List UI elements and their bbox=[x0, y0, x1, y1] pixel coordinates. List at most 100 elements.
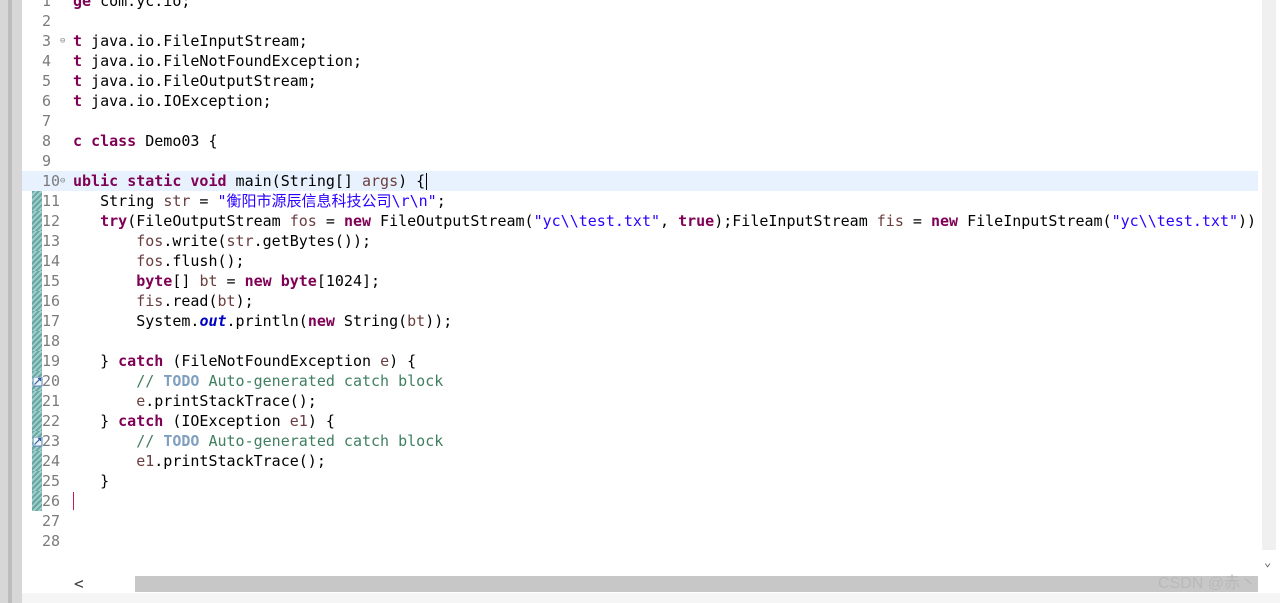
code-editor[interactable]: 1 ge com.yc.io; 2 3 ⊖ t java.io.FileInputStre… bbox=[22, 0, 1258, 575]
code-text[interactable]: } catch (IOException e1) { bbox=[73, 411, 335, 431]
code-token: catch bbox=[118, 352, 164, 370]
code-line[interactable]: 11 String str = "衡阳市源辰信息科技公司\r\n"; bbox=[22, 191, 1258, 211]
code-text[interactable]: e1.printStackTrace(); bbox=[73, 451, 326, 471]
code-text[interactable]: // TODO Auto-generated catch block bbox=[73, 431, 443, 451]
code-text[interactable]: e.printStackTrace(); bbox=[73, 391, 317, 411]
code-line[interactable]: 6 t java.io.IOException; bbox=[22, 91, 1258, 111]
line-number: 17 bbox=[42, 312, 61, 330]
code-token: t bbox=[73, 32, 83, 50]
line-number: 26 bbox=[42, 492, 61, 510]
code-line[interactable]: 28 bbox=[22, 531, 1258, 551]
code-line[interactable]: 4 t java.io.FileNotFoundException; bbox=[22, 51, 1258, 71]
code-lines[interactable]: 1 ge com.yc.io; 2 3 ⊖ t java.io.FileInputStre… bbox=[22, 0, 1258, 551]
code-token: .getBytes()); bbox=[253, 232, 372, 250]
code-token: class bbox=[91, 132, 137, 150]
code-token: (IOException bbox=[163, 412, 290, 430]
code-text[interactable]: } catch (FileNotFoundException e) { bbox=[73, 351, 416, 371]
code-line[interactable]: 3 ⊖ t java.io.FileInputStream; bbox=[22, 31, 1258, 51]
code-line[interactable]: 26 bbox=[22, 491, 1258, 511]
code-token: str bbox=[163, 192, 191, 210]
code-text[interactable]: t java.io.FileOutputStream; bbox=[73, 71, 317, 91]
code-token: FileInputStream( bbox=[958, 212, 1112, 230]
code-line[interactable]: 10 ⊖ ublic static void main(String[] args)… bbox=[22, 171, 1258, 191]
code-token: (FileNotFoundException bbox=[163, 352, 381, 370]
code-token: new bbox=[244, 272, 272, 290]
code-line[interactable]: 22 } catch (IOException e1) { bbox=[22, 411, 1258, 431]
fold-collapse-icon[interactable]: ⊖ bbox=[60, 36, 65, 46]
code-line[interactable]: 12 try(FileOutputStream fos = new FileOu… bbox=[22, 211, 1258, 231]
code-line[interactable]: 27 bbox=[22, 511, 1258, 531]
code-line[interactable]: 17 System.out.println(new String(bt)); bbox=[22, 311, 1258, 331]
code-text[interactable]: System.out.println(new String(bt)); bbox=[73, 311, 452, 331]
code-token: Demo03 { bbox=[136, 132, 218, 150]
code-token: .flush(); bbox=[163, 252, 245, 270]
code-text[interactable]: } bbox=[73, 471, 109, 491]
horizontal-scrollbar[interactable]: < bbox=[44, 575, 1258, 593]
code-text[interactable]: ublic static void main(String[] args) { bbox=[73, 171, 428, 191]
code-text[interactable]: // TODO Auto-generated catch block bbox=[73, 371, 443, 391]
code-token: fis bbox=[136, 292, 164, 310]
code-text[interactable]: t java.io.IOException; bbox=[73, 91, 272, 111]
code-text[interactable]: String str = "衡阳市源辰信息科技公司\r\n"; bbox=[73, 191, 446, 211]
code-text[interactable]: fis.read(bt); bbox=[73, 291, 253, 311]
code-text[interactable]: t java.io.FileNotFoundException; bbox=[73, 51, 362, 71]
code-token: new bbox=[930, 212, 959, 230]
code-text[interactable]: fos.flush(); bbox=[73, 251, 245, 271]
code-text[interactable]: c class Demo03 { bbox=[73, 131, 218, 151]
code-line[interactable]: 18 bbox=[22, 331, 1258, 351]
code-line[interactable]: 15 byte[] bt = new byte[1024]; bbox=[22, 271, 1258, 291]
code-token: } bbox=[73, 472, 110, 490]
code-line[interactable]: 21 e.printStackTrace(); bbox=[22, 391, 1258, 411]
line-number: 10 bbox=[42, 172, 61, 190]
code-token: e1 bbox=[136, 452, 155, 470]
scroll-down-icon[interactable]: ⌄ bbox=[1264, 556, 1271, 568]
code-token: = bbox=[217, 272, 245, 290]
scroll-left-icon[interactable]: < bbox=[74, 575, 84, 593]
code-line[interactable]: 20 // TODO Auto-generated catch block bbox=[22, 371, 1258, 391]
code-text[interactable]: ge com.yc.io; bbox=[73, 0, 190, 11]
fold-collapse-icon[interactable]: ⊖ bbox=[60, 176, 65, 186]
code-line[interactable]: 9 bbox=[22, 151, 1258, 171]
code-line[interactable]: 23 // TODO Auto-generated catch block bbox=[22, 431, 1258, 451]
line-number: 1 bbox=[42, 0, 52, 10]
line-number: 12 bbox=[42, 212, 61, 230]
vertical-scroll-track[interactable] bbox=[1262, 0, 1276, 550]
code-token: // bbox=[136, 432, 164, 450]
code-line[interactable]: 13 fos.write(str.getBytes()); bbox=[22, 231, 1258, 251]
code-token: TODO bbox=[163, 432, 200, 450]
code-line[interactable]: 25 } bbox=[22, 471, 1258, 491]
line-number: 25 bbox=[42, 472, 61, 490]
vertical-scrollbar[interactable]: ⌄ bbox=[1258, 0, 1280, 575]
code-line[interactable]: 7 bbox=[22, 111, 1258, 131]
code-token: .printStackTrace(); bbox=[154, 452, 326, 470]
code-line[interactable]: 14 fos.flush(); bbox=[22, 251, 1258, 271]
code-line[interactable]: 5 t java.io.FileOutputStream; bbox=[22, 71, 1258, 91]
code-text[interactable]: t java.io.FileInputStream; bbox=[73, 31, 308, 51]
code-token: t bbox=[73, 72, 83, 90]
code-line[interactable]: 2 bbox=[22, 11, 1258, 31]
line-number: 8 bbox=[42, 132, 52, 150]
code-text[interactable]: byte[] bt = new byte[1024]; bbox=[73, 271, 380, 291]
code-token: fos bbox=[136, 252, 164, 270]
code-line[interactable]: 1 ge com.yc.io; bbox=[22, 0, 1258, 11]
code-line[interactable]: 19 } catch (FileNotFoundException e) { bbox=[22, 351, 1258, 371]
code-text[interactable]: try(FileOutputStream fos = new FileOutpu… bbox=[73, 211, 1256, 231]
code-line[interactable]: 16 fis.read(bt); bbox=[22, 291, 1258, 311]
code-line[interactable]: 8 c class Demo03 { bbox=[22, 131, 1258, 151]
code-token: System. bbox=[73, 312, 200, 330]
code-token: bt bbox=[199, 272, 218, 290]
code-text[interactable]: fos.write(str.getBytes()); bbox=[73, 231, 371, 251]
code-token: FileOutputStream( bbox=[371, 212, 534, 230]
line-number: 15 bbox=[42, 272, 61, 290]
code-line[interactable]: 24 e1.printStackTrace(); bbox=[22, 451, 1258, 471]
code-token: .println( bbox=[226, 312, 308, 330]
line-number: 13 bbox=[42, 232, 61, 250]
code-token: } bbox=[73, 412, 119, 430]
code-token: java.io.FileNotFoundException; bbox=[82, 52, 362, 70]
code-token: Auto-generated catch block bbox=[199, 372, 444, 390]
horizontal-scroll-thumb[interactable] bbox=[135, 576, 1258, 592]
code-token: e bbox=[380, 352, 390, 370]
